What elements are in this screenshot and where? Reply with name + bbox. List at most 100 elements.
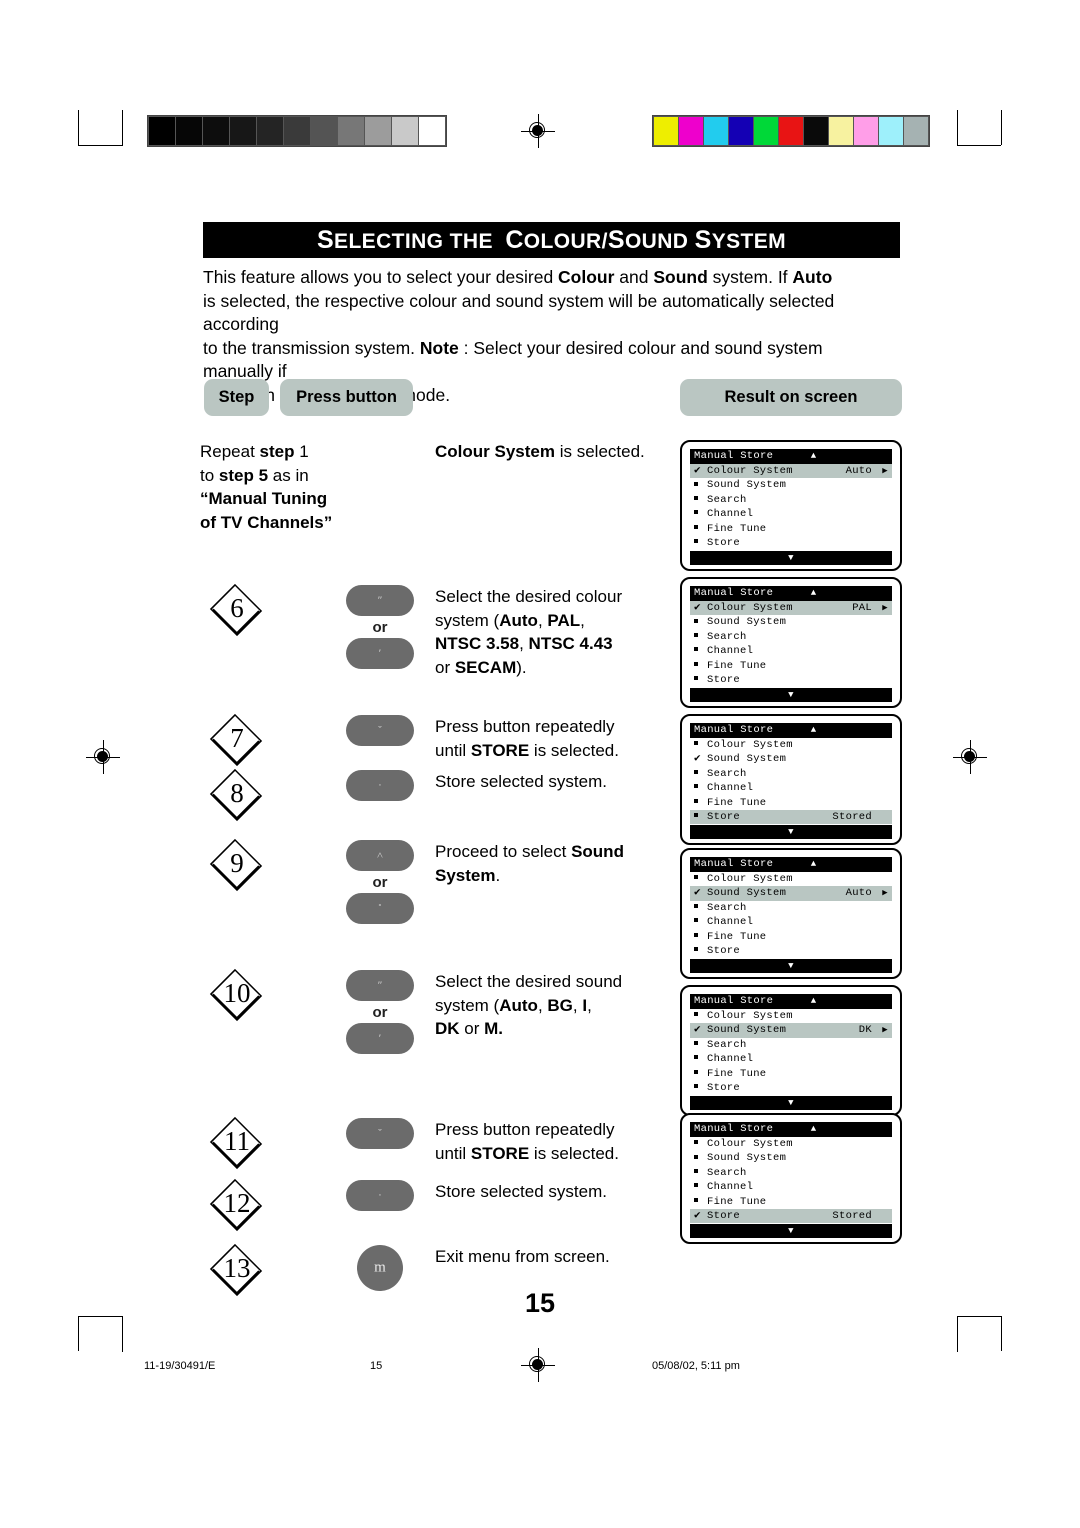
osd-title-bar: Manual Store ▲	[690, 857, 892, 872]
osd-menu-item-value: Stored	[832, 1209, 872, 1222]
osd-menu-item[interactable]: Fine Tune	[690, 1067, 892, 1081]
press-button-group: ˄ or ˚	[330, 840, 430, 924]
scroll-down-arrow-icon[interactable]: ▼	[690, 551, 892, 566]
step-description-line: System.	[435, 865, 501, 885]
cursor-down-key[interactable]: ˇ	[346, 1118, 414, 1149]
step-number-diamond: 7	[206, 713, 268, 767]
colour-swatch	[654, 117, 678, 145]
osd-menu-item[interactable]: Colour System	[690, 738, 892, 752]
osd-menu-item[interactable]: ✔ Store Stored	[690, 1208, 892, 1224]
step-description-line: system (Auto, PAL,	[435, 610, 585, 630]
cursor-down-key[interactable]: ˚	[346, 893, 414, 924]
bullet-square-icon	[694, 797, 707, 808]
menu-key[interactable]: m	[357, 1245, 403, 1291]
osd-title-bar: Manual Store ▲	[690, 449, 892, 464]
osd-menu-item[interactable]: Fine Tune	[690, 659, 892, 673]
osd-menu-item-value: DK	[858, 1024, 872, 1037]
osd-menu-item-label: Store	[707, 1081, 741, 1094]
cursor-right-key[interactable]: ″	[346, 585, 414, 616]
osd-menu-item[interactable]: Search	[690, 901, 892, 915]
osd-menu-item[interactable]: Channel	[690, 781, 892, 795]
osd-menu-item[interactable]: Channel	[690, 1180, 892, 1194]
osd-menu-item[interactable]: Sound System	[690, 1151, 892, 1165]
osd-value-right-arrow-icon[interactable]: ▶	[874, 886, 888, 900]
scroll-down-arrow-icon[interactable]: ▼	[690, 1096, 892, 1111]
step-description-line: Proceed to select Sound	[435, 842, 624, 861]
bullet-square-icon	[694, 631, 707, 642]
osd-menu-item[interactable]: Fine Tune	[690, 522, 892, 536]
osd-menu-item[interactable]: Store	[690, 1081, 892, 1095]
cursor-down-key-glyph: ˚	[378, 902, 382, 914]
osd-value-right-arrow-icon[interactable]: ▶	[874, 1023, 888, 1037]
osd-menu-title: Manual Store	[694, 724, 774, 737]
osd-menu-item[interactable]: Channel	[690, 1052, 892, 1066]
scroll-up-arrow-icon[interactable]: ▲	[773, 857, 888, 871]
scroll-down-arrow-icon[interactable]: ▼	[690, 825, 892, 840]
osd-menu-item[interactable]: Sound System	[690, 478, 892, 492]
osd-menu-item[interactable]: Colour System	[690, 1137, 892, 1151]
footer-page-number: 15	[370, 1360, 383, 1372]
ok-key[interactable]: ·	[346, 770, 414, 801]
osd-value-right-arrow-icon[interactable]: ▶	[874, 464, 888, 478]
osd-menu-item[interactable]: Fine Tune	[690, 796, 892, 810]
cursor-up-key[interactable]: ˄	[346, 840, 414, 871]
step-description-line: Press button repeatedly	[435, 1120, 615, 1139]
scroll-up-arrow-icon[interactable]: ▲	[773, 586, 888, 600]
osd-menu-item[interactable]: Sound System	[690, 615, 892, 629]
osd-menu-item-label: Fine Tune	[707, 522, 767, 535]
cursor-left-key[interactable]: ′	[346, 638, 414, 669]
osd-menu-item[interactable]: Store	[690, 944, 892, 958]
osd-menu-item[interactable]: Fine Tune	[690, 1195, 892, 1209]
step-number-diamond: 9	[206, 838, 268, 892]
osd-menu-item[interactable]: Search	[690, 767, 892, 781]
tv-osd-panel: Manual Store ▲ ✔ Colour System Auto ▶ Sound Sy…	[680, 440, 902, 572]
bullet-square-icon	[694, 538, 707, 549]
osd-menu-item[interactable]: Store	[690, 536, 892, 550]
osd-menu-item-label: Colour System	[707, 602, 793, 614]
step-description-line: or SECAM).	[435, 657, 527, 677]
scroll-up-arrow-icon[interactable]: ▲	[773, 723, 888, 737]
osd-menu-item[interactable]: ✔ Sound System	[690, 752, 892, 766]
scroll-up-arrow-icon[interactable]: ▲	[773, 994, 888, 1008]
colour-swatch	[804, 117, 828, 145]
osd-menu-item[interactable]: Search	[690, 1038, 892, 1052]
scroll-down-arrow-icon[interactable]: ▼	[690, 688, 892, 703]
osd-menu-item[interactable]: Store Stored	[690, 809, 892, 825]
step-description-line: to step 5 as in	[200, 465, 309, 485]
osd-menu-item[interactable]: Search	[690, 630, 892, 644]
ok-key[interactable]: ·	[346, 1180, 414, 1211]
osd-menu-item[interactable]: Channel	[690, 644, 892, 658]
scroll-up-arrow-icon[interactable]: ▲	[773, 449, 888, 463]
osd-value-right-arrow-icon[interactable]: ▶	[874, 601, 888, 615]
osd-menu-item[interactable]: Channel	[690, 507, 892, 521]
checkmark-icon: ✔	[694, 464, 701, 477]
osd-menu-item-label: Colour System	[707, 1010, 793, 1022]
osd-menu-item[interactable]: Channel	[690, 915, 892, 929]
osd-menu-item-label: Channel	[707, 1181, 754, 1194]
cursor-left-key[interactable]: ′	[346, 1023, 414, 1054]
cursor-up-key-glyph: ˄	[376, 849, 384, 861]
osd-menu-item[interactable]: ✔ Colour System PAL ▶	[690, 601, 892, 616]
step-description: Select the desired sound system (Auto, BG…	[435, 970, 685, 1041]
cursor-right-key[interactable]: ″	[346, 970, 414, 1001]
osd-menu-item[interactable]: ✔ Sound System DK ▶	[690, 1023, 892, 1038]
osd-menu-item[interactable]: Search	[690, 1166, 892, 1180]
osd-menu-item[interactable]: Colour System	[690, 872, 892, 886]
osd-menu-item[interactable]: Colour System	[690, 1009, 892, 1023]
osd-menu-item[interactable]: Fine Tune	[690, 930, 892, 944]
intro-line-2: is selected, the respective colour and s…	[203, 290, 835, 335]
osd-menu-item-label: Channel	[707, 508, 754, 521]
scroll-up-arrow-icon[interactable]: ▲	[773, 1122, 888, 1136]
osd-menu-item[interactable]: Store	[690, 673, 892, 687]
osd-menu-item[interactable]: ✔ Sound System Auto ▶	[690, 886, 892, 901]
column-header-step: Step	[204, 379, 269, 416]
scroll-down-arrow-icon[interactable]: ▼	[690, 959, 892, 974]
tv-osd-panel: Manual Store ▲ Colour System Sound System Se…	[680, 1113, 902, 1245]
grayscale-swatch	[176, 117, 202, 145]
scroll-down-arrow-icon[interactable]: ▼	[690, 1224, 892, 1239]
osd-menu-item[interactable]: ✔ Colour System Auto ▶	[690, 464, 892, 479]
cursor-down-key[interactable]: ˇ	[346, 715, 414, 746]
osd-menu-item[interactable]: Search	[690, 493, 892, 507]
checkmark-icon: ✔	[694, 601, 701, 614]
or-separator-label: or	[372, 619, 388, 636]
